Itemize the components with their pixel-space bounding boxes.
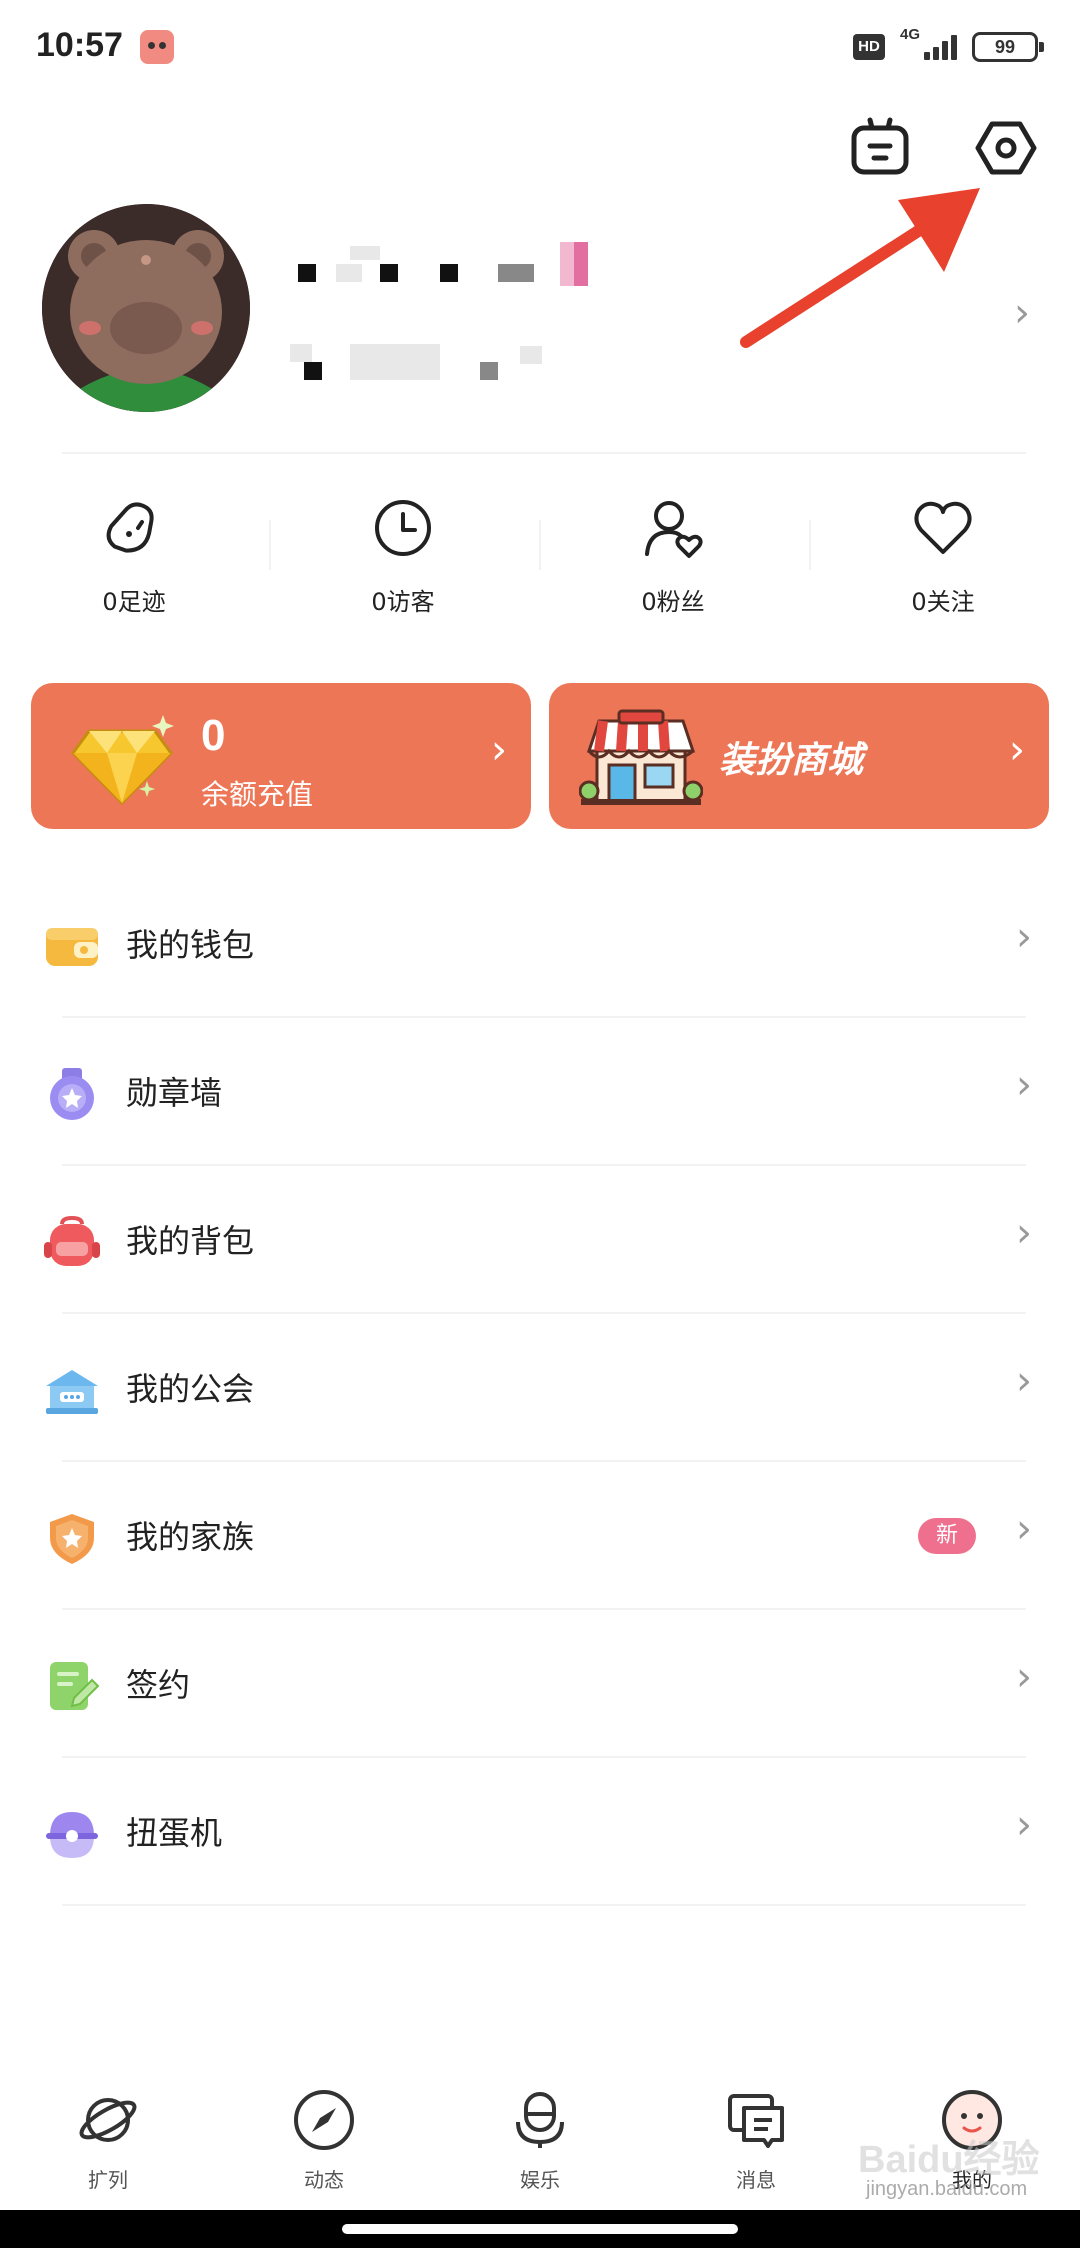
app-notification-icon [140,30,174,64]
status-bar: 10:57 HD 4G 99 [0,0,1080,96]
baidu-watermark: Baidu经验 [858,2139,1040,2181]
balance-recharge-card[interactable]: 0 余额充值 › [31,683,531,829]
menu-item-wallet[interactable]: 我的钱包 › [0,870,1080,1018]
chevron-right-icon: › [1016,1506,1032,1552]
balance-recharge-label: 余额充值 [201,778,314,811]
menu-item-family[interactable]: 我的家族 新 › [0,1462,1080,1610]
stat-separator [539,520,541,570]
avatar[interactable] [42,204,250,412]
compass-icon [294,2090,354,2150]
chevron-right-icon: › [1009,727,1025,773]
nav-item-entertainment[interactable]: 娱乐 [470,2088,610,2193]
footprint-icon [106,502,154,553]
menu-label: 我的公会 [126,1370,255,1408]
stat-label: 0关注 [911,588,975,616]
planet-icon [79,2098,137,2142]
message-icon [728,2094,784,2148]
profile-name-mosaic [290,242,610,300]
stat-separator [809,520,811,570]
nav-item-kuolie[interactable]: 扩列 [38,2088,178,2193]
battery-icon: 99 [972,32,1044,62]
stat-fans[interactable]: 0粉丝 [573,496,773,626]
new-badge: 新 [918,1518,976,1554]
chevron-right-icon: › [1016,1210,1032,1256]
stat-separator [269,520,271,570]
menu-item-contract[interactable]: 签约 › [0,1610,1080,1758]
menu-label: 勋章墙 [126,1074,223,1112]
menu-divider [62,1904,1026,1906]
chevron-right-icon: › [1016,1062,1032,1108]
family-shield-icon [50,1514,94,1564]
network-type: 4G [900,26,921,43]
wallet-icon [46,928,98,966]
settings-icon[interactable] [974,116,1038,180]
nav-label: 动态 [304,2168,344,2192]
hd-icon: HD [853,34,885,60]
menu-item-backpack[interactable]: 我的背包 › [0,1166,1080,1314]
menu-label: 我的背包 [126,1222,255,1260]
contract-icon [50,1662,100,1710]
home-indicator[interactable] [342,2224,738,2234]
menu-label: 扭蛋机 [126,1814,223,1852]
microphone-icon [516,2092,564,2148]
clock-icon [375,500,431,556]
guild-icon [46,1370,98,1414]
stat-following[interactable]: 0关注 [843,496,1043,626]
backpack-icon [44,1216,100,1266]
chevron-right-icon: › [1016,1654,1032,1700]
heart-icon [914,501,972,554]
dressup-shop-card[interactable]: 装扮商城 › [549,683,1049,829]
profile-id-mosaic [290,340,570,384]
menu-label: 签约 [126,1666,191,1704]
gacha-icon [46,1812,98,1858]
balance-value: 0 [201,711,226,760]
profile-divider [62,452,1026,454]
nav-label: 娱乐 [520,2168,560,2192]
menu-label: 我的钱包 [126,926,255,964]
menu-item-guild[interactable]: 我的公会 › [0,1314,1080,1462]
nav-item-dynamics[interactable]: 动态 [254,2088,394,2193]
chevron-right-icon: › [1016,1358,1032,1404]
menu-label: 我的家族 [126,1518,255,1556]
stat-label: 0粉丝 [641,588,705,616]
profile-chevron-icon[interactable]: › [1014,290,1030,336]
medal-icon [50,1068,94,1120]
fans-icon [645,501,703,558]
menu-item-gacha[interactable]: 扭蛋机 › [0,1758,1080,1906]
status-time: 10:57 [36,26,123,64]
stat-label: 0访客 [371,588,435,616]
dressup-shop-label: 装扮商城 [719,740,864,781]
chevron-right-icon: › [1016,914,1032,960]
signal-icon [920,32,960,60]
chevron-right-icon: › [491,727,507,773]
menu-item-medal-wall[interactable]: 勋章墙 › [0,1018,1080,1166]
nav-label: 扩列 [88,2168,128,2192]
stat-visitors[interactable]: 0访客 [303,496,503,626]
nav-item-messages[interactable]: 消息 [686,2088,826,2193]
diamond-icon [71,715,174,806]
robot-icon[interactable] [848,116,912,180]
nav-label: 消息 [736,2168,776,2192]
store-icon [579,709,703,805]
watermark-url: jingyan.baidu.com [866,2178,1028,2200]
chevron-right-icon: › [1016,1802,1032,1848]
annotation-arrow-icon [740,188,980,348]
stat-label: 0足迹 [102,588,166,616]
stat-footprint[interactable]: 0足迹 [34,496,234,626]
